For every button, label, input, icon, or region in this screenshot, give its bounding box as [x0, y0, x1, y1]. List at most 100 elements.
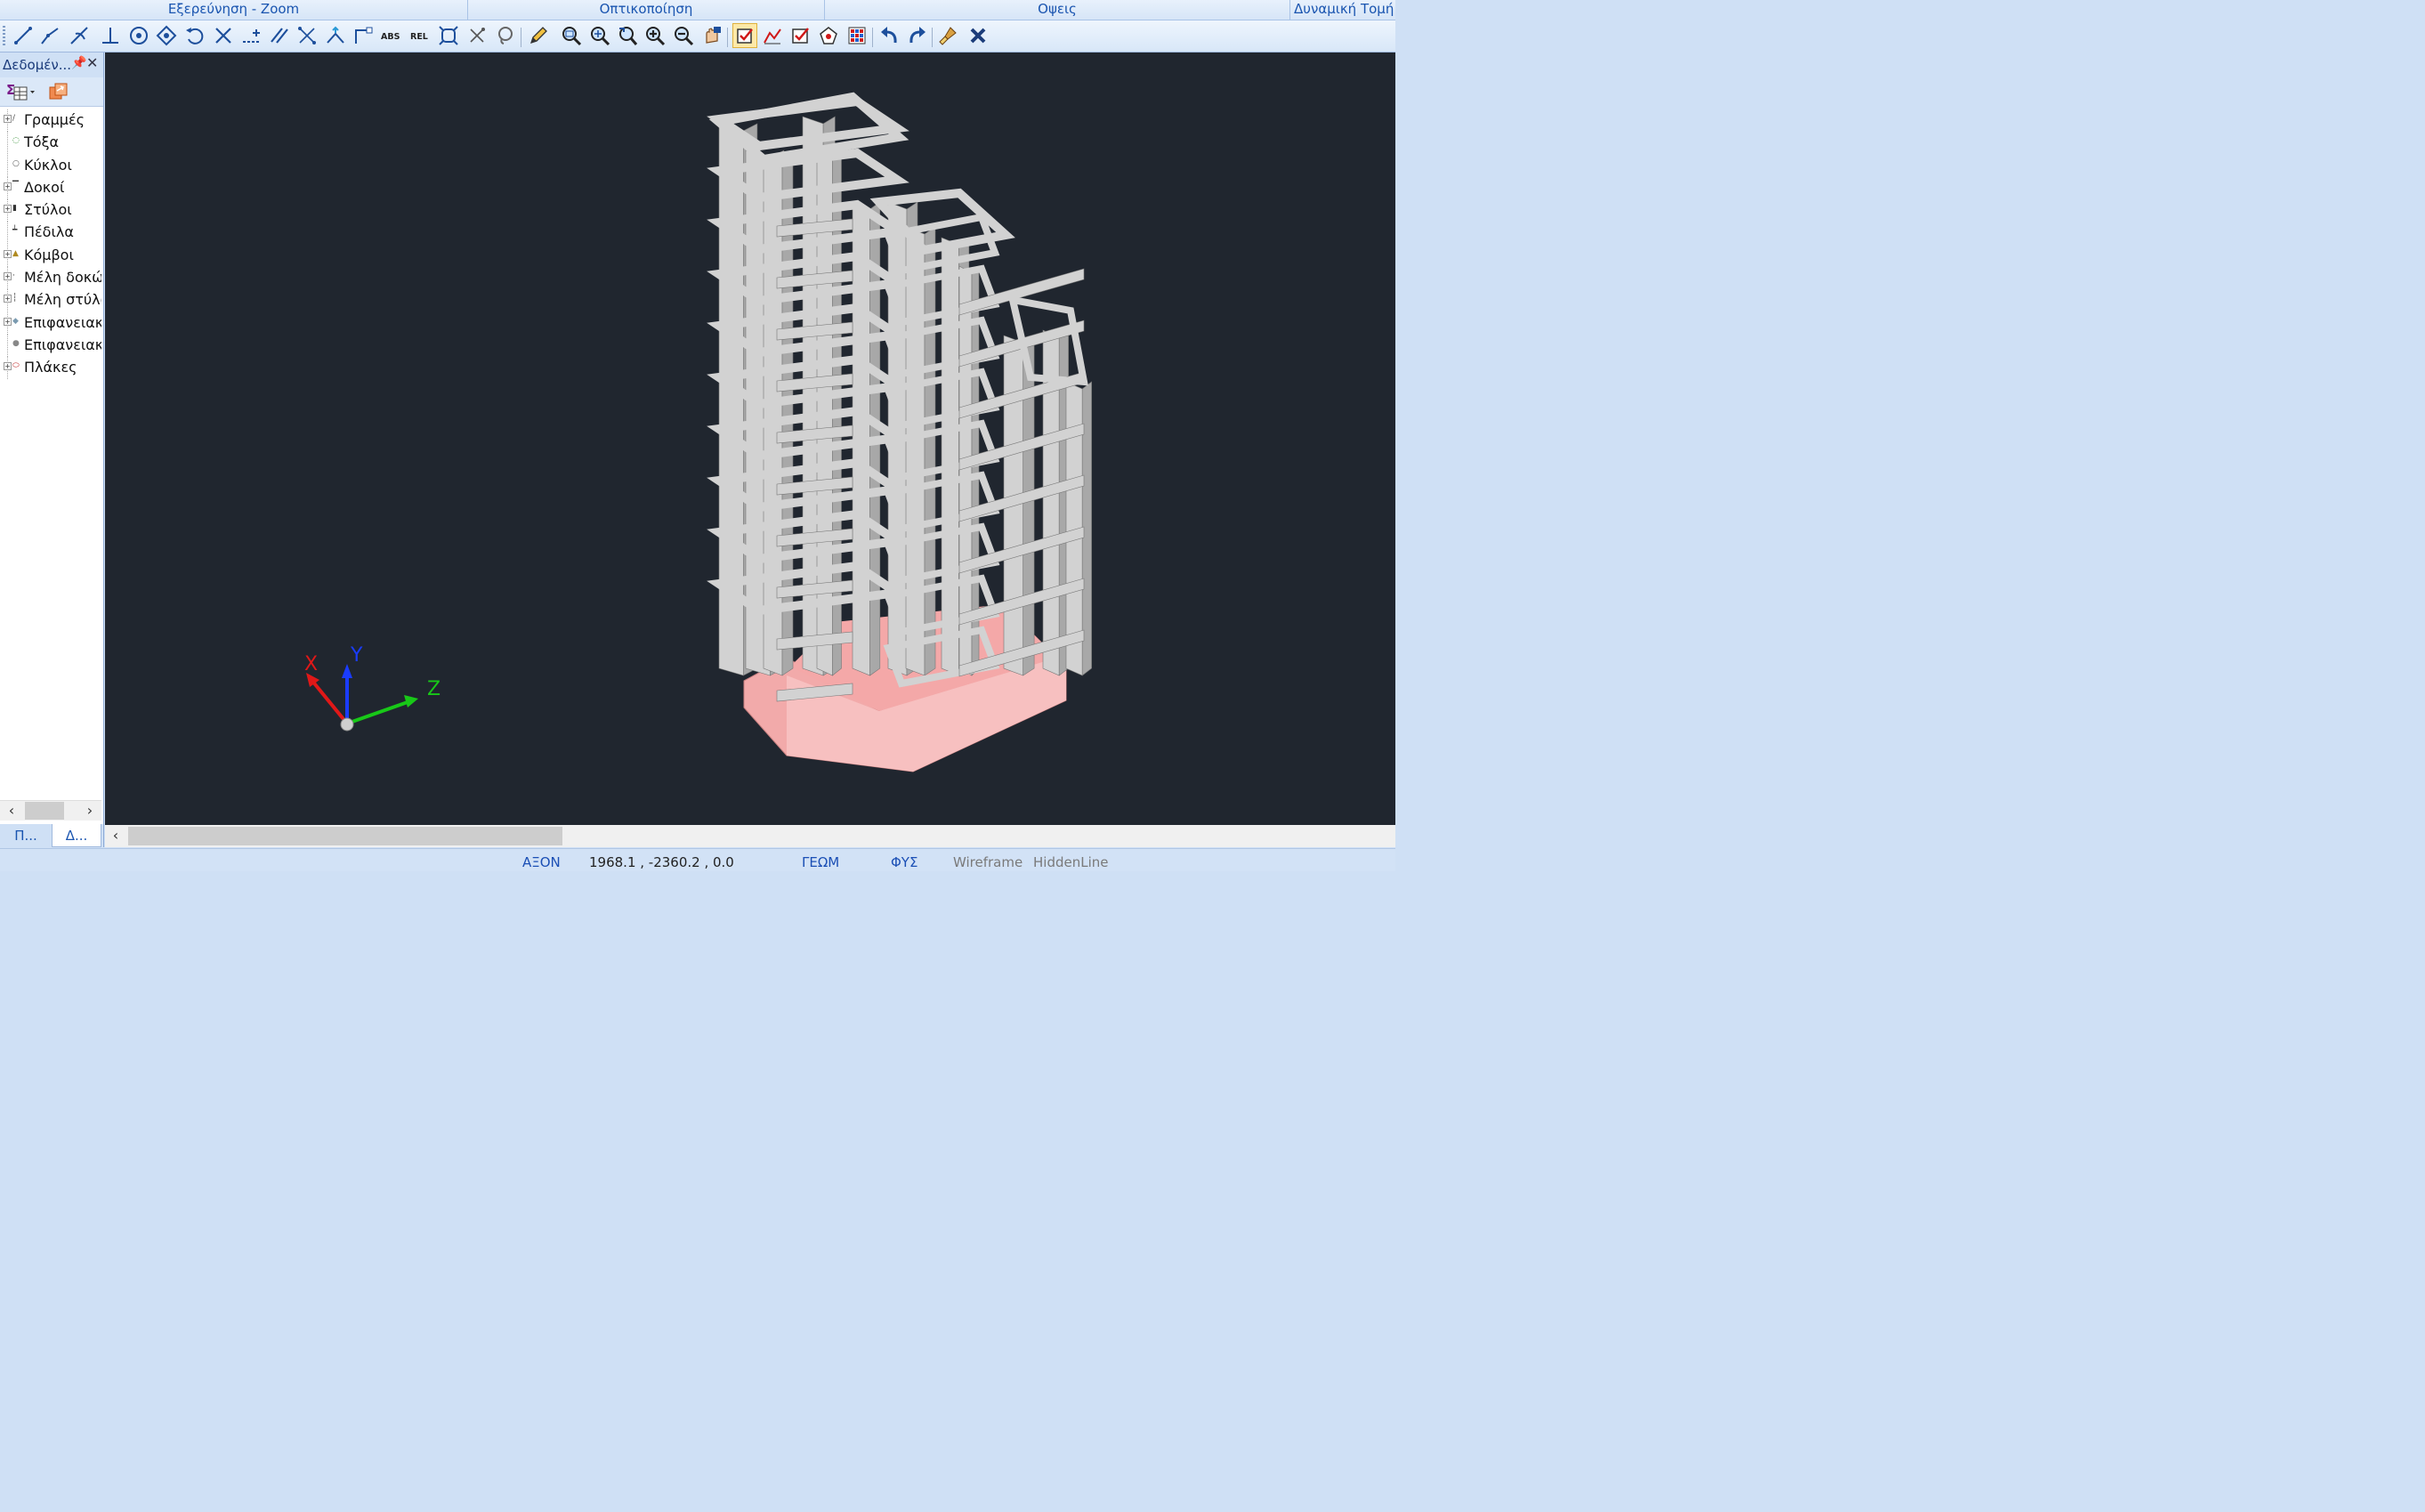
trim-line-button[interactable]	[67, 23, 92, 48]
tree-item-label: Στύλοι	[24, 201, 72, 219]
line-button[interactable]	[11, 23, 36, 48]
expand-icon[interactable]: +	[4, 249, 12, 258]
surface-shell-icon: ●	[12, 338, 20, 348]
panel-horizontal-scrollbar[interactable]: ‹ ›	[0, 800, 101, 821]
cross-button[interactable]	[295, 23, 319, 48]
tree-item[interactable]: + / Γραμμές	[0, 109, 101, 132]
tab-panel-1[interactable]: Π...	[0, 824, 52, 847]
rel-coords-button[interactable]: REL	[408, 23, 432, 48]
tree-item[interactable]: ┷ Πέδιλα	[0, 222, 101, 245]
rotate-button[interactable]	[182, 23, 207, 48]
circle-icon	[130, 27, 148, 44]
panel-title: Δεδομέν...	[3, 57, 72, 73]
corner-button[interactable]	[351, 23, 376, 48]
export-button[interactable]	[48, 82, 69, 101]
z-axis-arrow	[404, 695, 418, 707]
scroll-right-icon[interactable]: ›	[80, 802, 100, 820]
tree-item[interactable]: + ▲ Κόμβοι	[0, 244, 101, 267]
3d-model-canvas[interactable]: X Y Z	[105, 53, 1395, 825]
expand-icon[interactable]: +	[4, 205, 12, 214]
move-node-button[interactable]	[323, 23, 348, 48]
zoom-in-button[interactable]	[643, 23, 667, 48]
zoom-extent-icon	[591, 27, 610, 46]
fit-button[interactable]	[436, 23, 461, 48]
redo-button[interactable]	[905, 23, 930, 48]
tab-panel-2[interactable]: Δ...	[52, 824, 101, 847]
close-icon[interactable]: ✕	[86, 54, 98, 71]
panel-header: Δεδομέν... 📌 ✕	[0, 53, 103, 77]
pin-icon[interactable]: 📌	[71, 56, 86, 70]
toggle-check-button[interactable]	[732, 23, 757, 48]
snap-node-button[interactable]	[154, 23, 179, 48]
tab-views[interactable]: Οψεις	[825, 0, 1290, 20]
axis-mode-toggle[interactable]: ΑΞΟΝ	[522, 854, 561, 870]
expand-icon[interactable]: +	[4, 115, 12, 123]
trim-line-icon	[70, 27, 88, 44]
parallel-button[interactable]	[267, 23, 292, 48]
close-x-button[interactable]	[966, 23, 990, 48]
zoom-out-icon	[675, 27, 694, 46]
column-front-face	[941, 237, 959, 676]
tree-item[interactable]: +◆ Επιφανειακά	[0, 311, 101, 335]
pan-button[interactable]	[699, 23, 724, 48]
scroll-thumb[interactable]	[25, 802, 64, 820]
scroll-left-icon[interactable]: ‹	[107, 827, 125, 845]
graph-button[interactable]	[760, 23, 785, 48]
geometry-mode-toggle[interactable]: ΓΕΩΜ	[802, 854, 839, 870]
tree-item[interactable]: +· Μέλη δοκών	[0, 267, 101, 290]
corner-icon	[355, 27, 373, 44]
expand-icon[interactable]: +	[4, 272, 12, 281]
baseline-button[interactable]	[238, 23, 263, 48]
scroll-left-icon[interactable]: ‹	[2, 802, 21, 820]
tree-item-label: Κόμβοι	[24, 246, 74, 263]
zoom-out-button[interactable]	[671, 23, 696, 48]
wireframe-toggle[interactable]: Wireframe	[953, 854, 1023, 870]
tree-item[interactable]: +┆ Μέλη στύλων	[0, 289, 101, 312]
clean-brush-button[interactable]	[936, 23, 961, 48]
toolbar-grip[interactable]	[3, 26, 5, 47]
tree-connector	[7, 334, 8, 357]
zoom-extent-button[interactable]	[587, 23, 612, 48]
tree-item[interactable]: + ▮ Στύλοι	[0, 199, 101, 222]
tab-explore-zoom[interactable]: Εξερεύνηση - Zoom	[0, 0, 468, 20]
tree-item[interactable]: ○ Κύκλοι	[0, 154, 101, 177]
sum-table-dropdown-button[interactable]: Σ	[5, 82, 36, 101]
zoom-window-button[interactable]	[559, 23, 584, 48]
tab-visualization[interactable]: Οπτικοποίηση	[468, 0, 825, 20]
tree-item[interactable]: + ⬭ Πλάκες	[0, 357, 101, 380]
viewport-horizontal-scrollbar[interactable]: ‹	[105, 825, 1395, 847]
perpendicular-button[interactable]	[98, 23, 123, 48]
axis-origin	[340, 717, 354, 732]
snap-node-icon	[156, 25, 177, 46]
tree-item[interactable]: ◌ Τόξα	[0, 132, 101, 155]
zoom-previous-button[interactable]	[615, 23, 640, 48]
expand-icon[interactable]: +	[4, 362, 12, 371]
expand-icon[interactable]: +	[4, 317, 12, 326]
intersect-button[interactable]	[211, 23, 236, 48]
3d-viewport[interactable]: X Y Z	[105, 53, 1395, 825]
expand-icon[interactable]: +	[4, 295, 12, 303]
scroll-thumb[interactable]	[128, 827, 562, 845]
grid-color-button[interactable]	[845, 23, 869, 48]
expand-icon[interactable]: +	[4, 182, 12, 190]
tree-item[interactable]: + ▔ Δοκοί	[0, 176, 101, 199]
abs-coords-button[interactable]: ABS	[379, 23, 404, 48]
lasso-button[interactable]	[492, 23, 517, 48]
baseline-icon	[243, 29, 260, 43]
tab-dynamic-section[interactable]: Δυναμική Τομή	[1290, 0, 1395, 20]
undo-button[interactable]	[877, 23, 901, 48]
building-3d-model[interactable]	[707, 92, 1092, 772]
hiddenline-toggle[interactable]: HiddenLine	[1033, 854, 1109, 870]
zoom-in-icon	[646, 27, 666, 46]
tree-item[interactable]: ● Επιφανειακά	[0, 334, 101, 357]
check-list-button[interactable]	[788, 23, 813, 48]
polyline-button[interactable]	[37, 23, 62, 48]
move-node-icon	[327, 26, 344, 44]
perpendicular-icon	[102, 28, 118, 44]
circle-button[interactable]	[126, 23, 151, 48]
delete-button[interactable]	[465, 23, 489, 48]
z-axis-line	[346, 700, 408, 725]
physical-mode-toggle[interactable]: ΦΥΣ	[891, 854, 917, 870]
edit-pencil-button[interactable]	[526, 23, 551, 48]
polygon-button[interactable]	[816, 23, 841, 48]
